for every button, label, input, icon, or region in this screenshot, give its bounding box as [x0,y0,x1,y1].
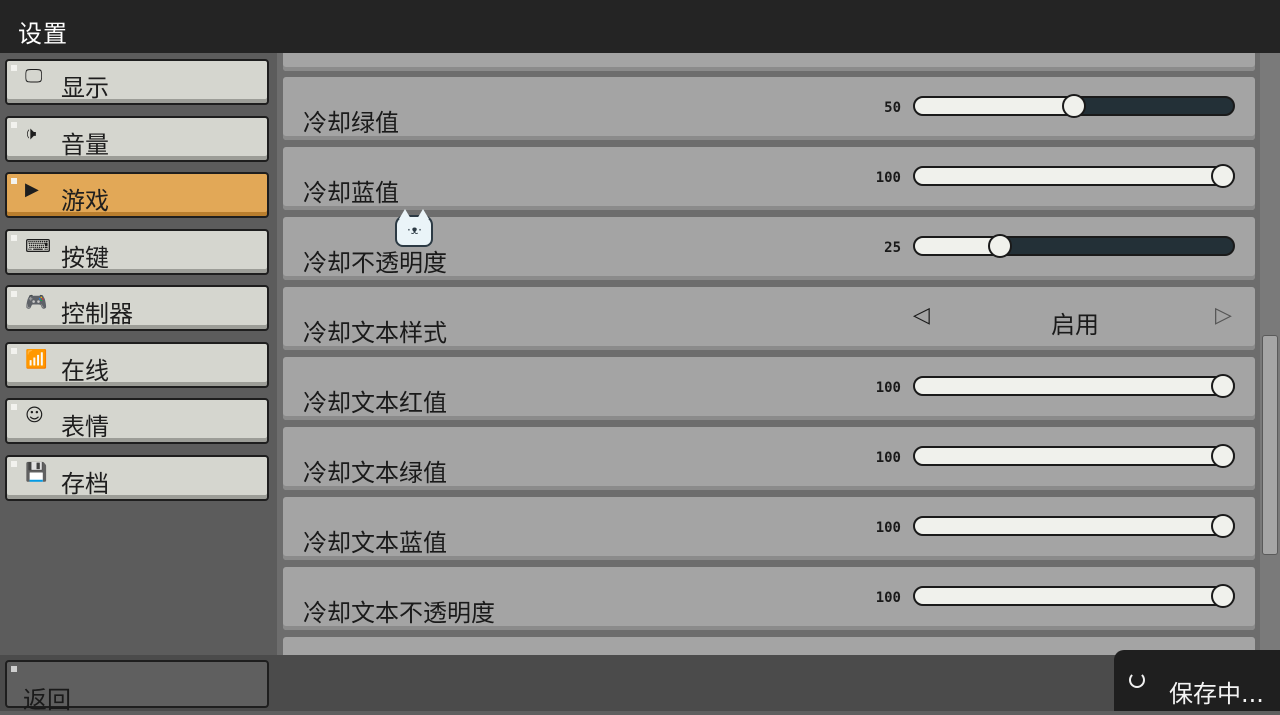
sidebar-item-label: 按键 [61,244,109,272]
sidebar-item-label: 控制器 [61,300,133,328]
setting-row[interactable]: 冷却文本不透明度 100 [283,567,1255,630]
slider-track[interactable] [913,374,1235,398]
sidebar-item-emotes[interactable]: ☺ 表情 [5,398,269,444]
back-button[interactable]: 返回 [5,660,269,714]
setting-value: 100 [875,450,901,466]
setting-value: 50 [884,100,901,116]
setting-label: 冷却文本不透明度 [303,599,495,627]
window-title: 设置 [18,20,68,48]
setting-value: 100 [875,590,901,606]
keyboard-icon: ⌨ [25,236,51,257]
selector-value: 启用 [1051,311,1099,339]
slider-knob[interactable] [1211,514,1235,538]
setting-label: 冷却文本绿值 [303,459,447,487]
setting-label: 冷却绿值 [303,109,399,137]
chevron-left-icon[interactable]: ◁ [913,303,930,328]
setting-row[interactable]: 冷却蓝值 100 [283,147,1255,210]
cat-cursor-icon: ·ᴥ· [395,209,433,247]
sidebar-item-keys[interactable]: ⌨ 按键 [5,229,269,275]
scrollbar[interactable] [1260,53,1280,655]
setting-label: 冷却文本蓝值 [303,529,447,557]
setting-row[interactable]: 冷却文本红值 100 [283,357,1255,420]
title-bar: 设置 [0,0,1280,53]
bottom-bar: 返回 [0,655,1280,714]
gamepad-icon: 🎮 [25,292,48,313]
saving-indicator: 保存中... [1114,650,1280,711]
slider-fill [915,378,1225,394]
sidebar-item-label: 音量 [61,131,109,159]
setting-label: 冷却蓝值 [303,179,399,207]
saving-text: 保存中... [1169,680,1264,708]
slider-knob[interactable] [1211,374,1235,398]
setting-row-partial [283,53,1255,71]
slider-fill [915,448,1225,464]
slider-knob[interactable] [1211,444,1235,468]
slider-knob[interactable] [1062,94,1086,118]
slider-fill [915,168,1225,184]
spinner-icon [1129,672,1145,688]
settings-list[interactable]: 冷却绿值 50 冷却蓝值 100 冷却不透明度 25 冷却文本样式 ◁ 启用 ▷… [277,53,1260,655]
back-button-label: 返回 [23,686,71,714]
chevron-right-icon[interactable]: ▷ [1215,303,1232,328]
sidebar-item-label: 在线 [61,357,109,385]
setting-value: 100 [875,380,901,396]
setting-value: 100 [875,520,901,536]
play-icon: ▶ [25,179,39,200]
setting-value: 25 [884,240,901,256]
sidebar-item-saves[interactable]: 💾 存档 [5,455,269,501]
slider-track[interactable] [913,164,1235,188]
sidebar-item-display[interactable]: 🖵 显示 [5,59,269,105]
slider-track[interactable] [913,94,1235,118]
slider-track[interactable] [913,444,1235,468]
setting-row[interactable]: 冷却文本蓝值 100 [283,497,1255,560]
sidebar: 🖵 显示 🕩 音量 ▶ 游戏 ⌨ 按键 🎮 控制器 📶 在线 ☺ 表情 💾 存档 [0,53,277,655]
setting-row[interactable]: 冷却文本绿值 100 [283,427,1255,490]
setting-row[interactable]: 冷却绿值 50 [283,77,1255,140]
sidebar-item-volume[interactable]: 🕩 音量 [5,116,269,162]
sidebar-item-label: 存档 [61,470,109,498]
slider-fill [915,98,1076,114]
sidebar-item-label: 显示 [61,74,109,102]
slider-track[interactable] [913,584,1235,608]
slider-knob[interactable] [1211,584,1235,608]
scrollbar-thumb[interactable] [1262,335,1278,555]
slider-fill [915,588,1225,604]
emoji-icon: ☺ [25,405,44,426]
sidebar-item-label: 游戏 [61,187,109,215]
sidebar-item-label: 表情 [61,413,109,441]
setting-label: 冷却文本红值 [303,389,447,417]
monitor-icon: 🖵 [25,66,43,87]
speaker-icon: 🕩 [25,123,37,144]
slider-track[interactable] [913,234,1235,258]
sidebar-item-controller[interactable]: 🎮 控制器 [5,285,269,331]
setting-label: 冷却文本样式 [303,319,447,347]
setting-value: 100 [875,170,901,186]
slider-fill [915,518,1225,534]
setting-label: 冷却不透明度 [303,249,447,277]
setting-row-partial [283,637,1255,655]
setting-row[interactable]: 冷却文本样式 ◁ 启用 ▷ [283,287,1255,350]
slider-track[interactable] [913,514,1235,538]
sidebar-item-online[interactable]: 📶 在线 [5,342,269,388]
save-icon: 💾 [25,462,48,483]
sidebar-item-game[interactable]: ▶ 游戏 [5,172,269,218]
slider-knob[interactable] [1211,164,1235,188]
wifi-icon: 📶 [25,349,48,370]
slider-knob[interactable] [987,234,1012,258]
